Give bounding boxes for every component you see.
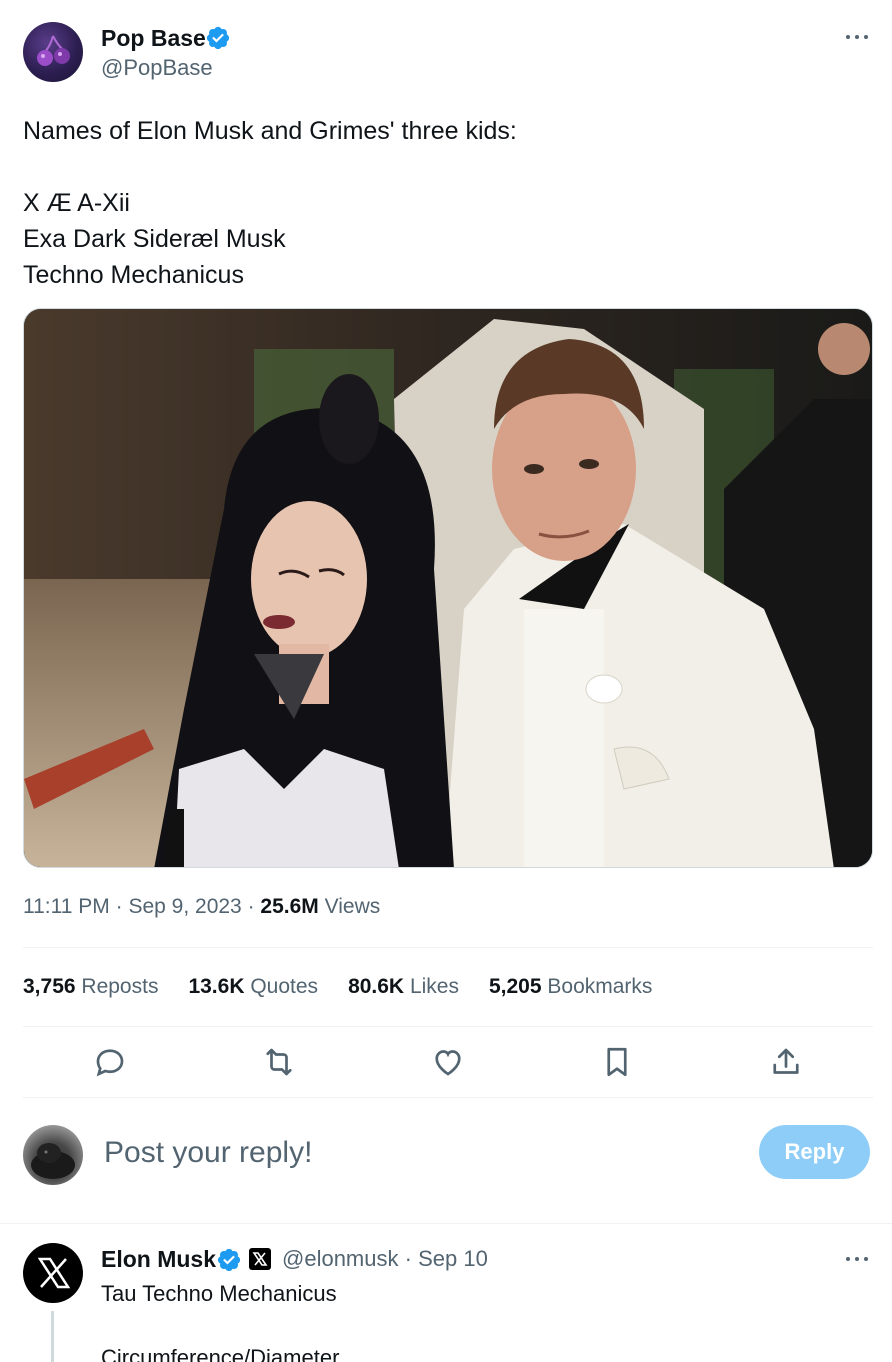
- reposts-count: 3,756: [23, 975, 76, 998]
- meta-separator: ·: [115, 895, 123, 918]
- popbase-avatar[interactable]: [23, 22, 83, 82]
- x-logo-icon: [37, 1257, 71, 1289]
- reposts-label: Reposts: [81, 975, 159, 998]
- user-avatar[interactable]: [23, 1125, 83, 1185]
- tweet-time[interactable]: 11:11 PM: [23, 895, 110, 918]
- reposts-stat[interactable]: 3,756 Reposts: [23, 973, 158, 1001]
- verified-badge-icon: [206, 26, 230, 50]
- tweet-text: Names of Elon Musk and Grimes' three kid…: [23, 117, 517, 289]
- reply-button[interactable]: Reply: [759, 1125, 870, 1179]
- reply-author-name[interactable]: Elon Musk: [101, 1245, 216, 1273]
- reply-date[interactable]: Sep 10: [418, 1246, 488, 1271]
- reply-text: Tau Techno Mechanicus Circumference/Diam…: [101, 1281, 340, 1362]
- bookmark-icon[interactable]: [599, 1044, 635, 1080]
- action-bar: [23, 1040, 873, 1084]
- photo-illustration: [24, 309, 872, 867]
- more-dots-icon[interactable]: [844, 1248, 870, 1268]
- views-count: 25.6M: [260, 895, 319, 918]
- repost-icon[interactable]: [261, 1044, 297, 1080]
- reply-handle-date: @elonmusk · Sep 10: [282, 1245, 488, 1273]
- thread-line: [51, 1311, 54, 1362]
- bookmarks-stat[interactable]: 5,205 Bookmarks: [489, 973, 652, 1001]
- affiliate-x-icon: [249, 1248, 271, 1270]
- section-divider: [0, 1223, 892, 1224]
- engagement-stats: 3,756 Reposts 13.6K Quotes 80.6K Likes 5…: [23, 973, 652, 1001]
- reply-author-handle[interactable]: @elonmusk: [282, 1246, 399, 1271]
- reply-input[interactable]: [104, 1133, 704, 1173]
- likes-count: 80.6K: [348, 975, 405, 998]
- bookmarks-label: Bookmarks: [547, 975, 653, 998]
- views-label: Views: [324, 895, 381, 918]
- elonmusk-avatar[interactable]: [23, 1243, 83, 1303]
- author-name[interactable]: Pop Base: [101, 24, 206, 52]
- quotes-stat[interactable]: 13.6K Quotes: [188, 973, 318, 1001]
- tweet-photo[interactable]: [23, 308, 873, 868]
- bookmarks-count: 5,205: [488, 975, 542, 998]
- tweet-metadata: 11:11 PM · Sep 9, 2023 · 25.6M Views: [23, 893, 380, 921]
- tweet-date[interactable]: Sep 9, 2023: [128, 895, 241, 918]
- verified-badge-icon: [217, 1248, 241, 1272]
- divider: [23, 1026, 873, 1027]
- divider: [23, 1097, 873, 1098]
- meta-separator: ·: [247, 895, 255, 918]
- heart-icon[interactable]: [430, 1044, 466, 1080]
- reply-icon[interactable]: [92, 1044, 128, 1080]
- quotes-label: Quotes: [250, 975, 319, 998]
- share-icon[interactable]: [768, 1044, 804, 1080]
- divider: [23, 947, 873, 948]
- more-dots-icon[interactable]: [844, 26, 870, 46]
- author-handle[interactable]: @PopBase: [101, 55, 213, 81]
- meta-separator: ·: [404, 1246, 412, 1271]
- likes-label: Likes: [409, 975, 459, 998]
- likes-stat[interactable]: 80.6K Likes: [348, 973, 459, 1001]
- quotes-count: 13.6K: [188, 975, 245, 998]
